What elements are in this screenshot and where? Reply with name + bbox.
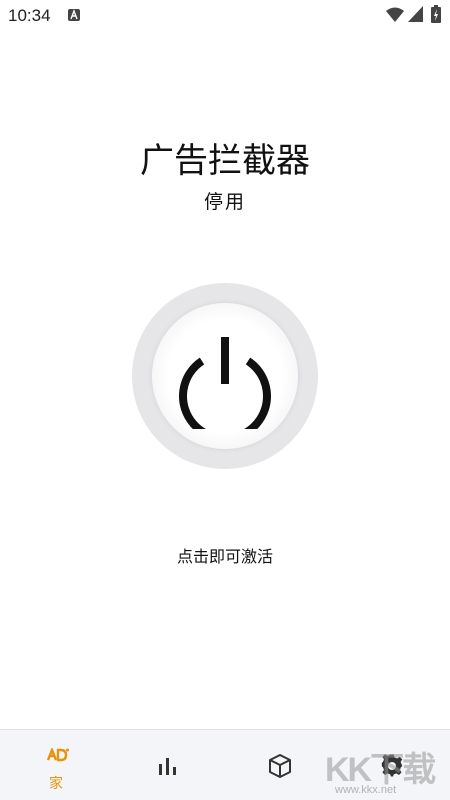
activation-hint: 点击即可激活 bbox=[176, 547, 273, 566]
bar-chart-icon bbox=[159, 758, 176, 775]
nav-home-label: 家 bbox=[49, 776, 63, 792]
nav-statistics[interactable] bbox=[112, 730, 224, 800]
battery-icon bbox=[431, 5, 441, 23]
power-icon bbox=[179, 337, 271, 429]
status-label: 停用 bbox=[203, 191, 246, 213]
watermark-url: www.kkx.net bbox=[335, 784, 397, 796]
app-title: 广告拦截器 bbox=[140, 141, 310, 181]
nav-packages[interactable] bbox=[225, 730, 337, 800]
status-time: 10:34 bbox=[8, 6, 51, 25]
nav-home[interactable]: 家 bbox=[0, 730, 112, 800]
power-button[interactable] bbox=[132, 283, 318, 469]
ad-icon bbox=[47, 748, 69, 762]
package-icon bbox=[269, 754, 291, 778]
watermark: KK下载 www.kkx.net bbox=[325, 740, 450, 800]
signal-icon bbox=[408, 6, 423, 22]
power-button-inner bbox=[152, 303, 298, 449]
wifi-icon bbox=[386, 7, 404, 22]
status-bar: 10:34 bbox=[0, 0, 450, 32]
a-icon bbox=[68, 9, 80, 21]
